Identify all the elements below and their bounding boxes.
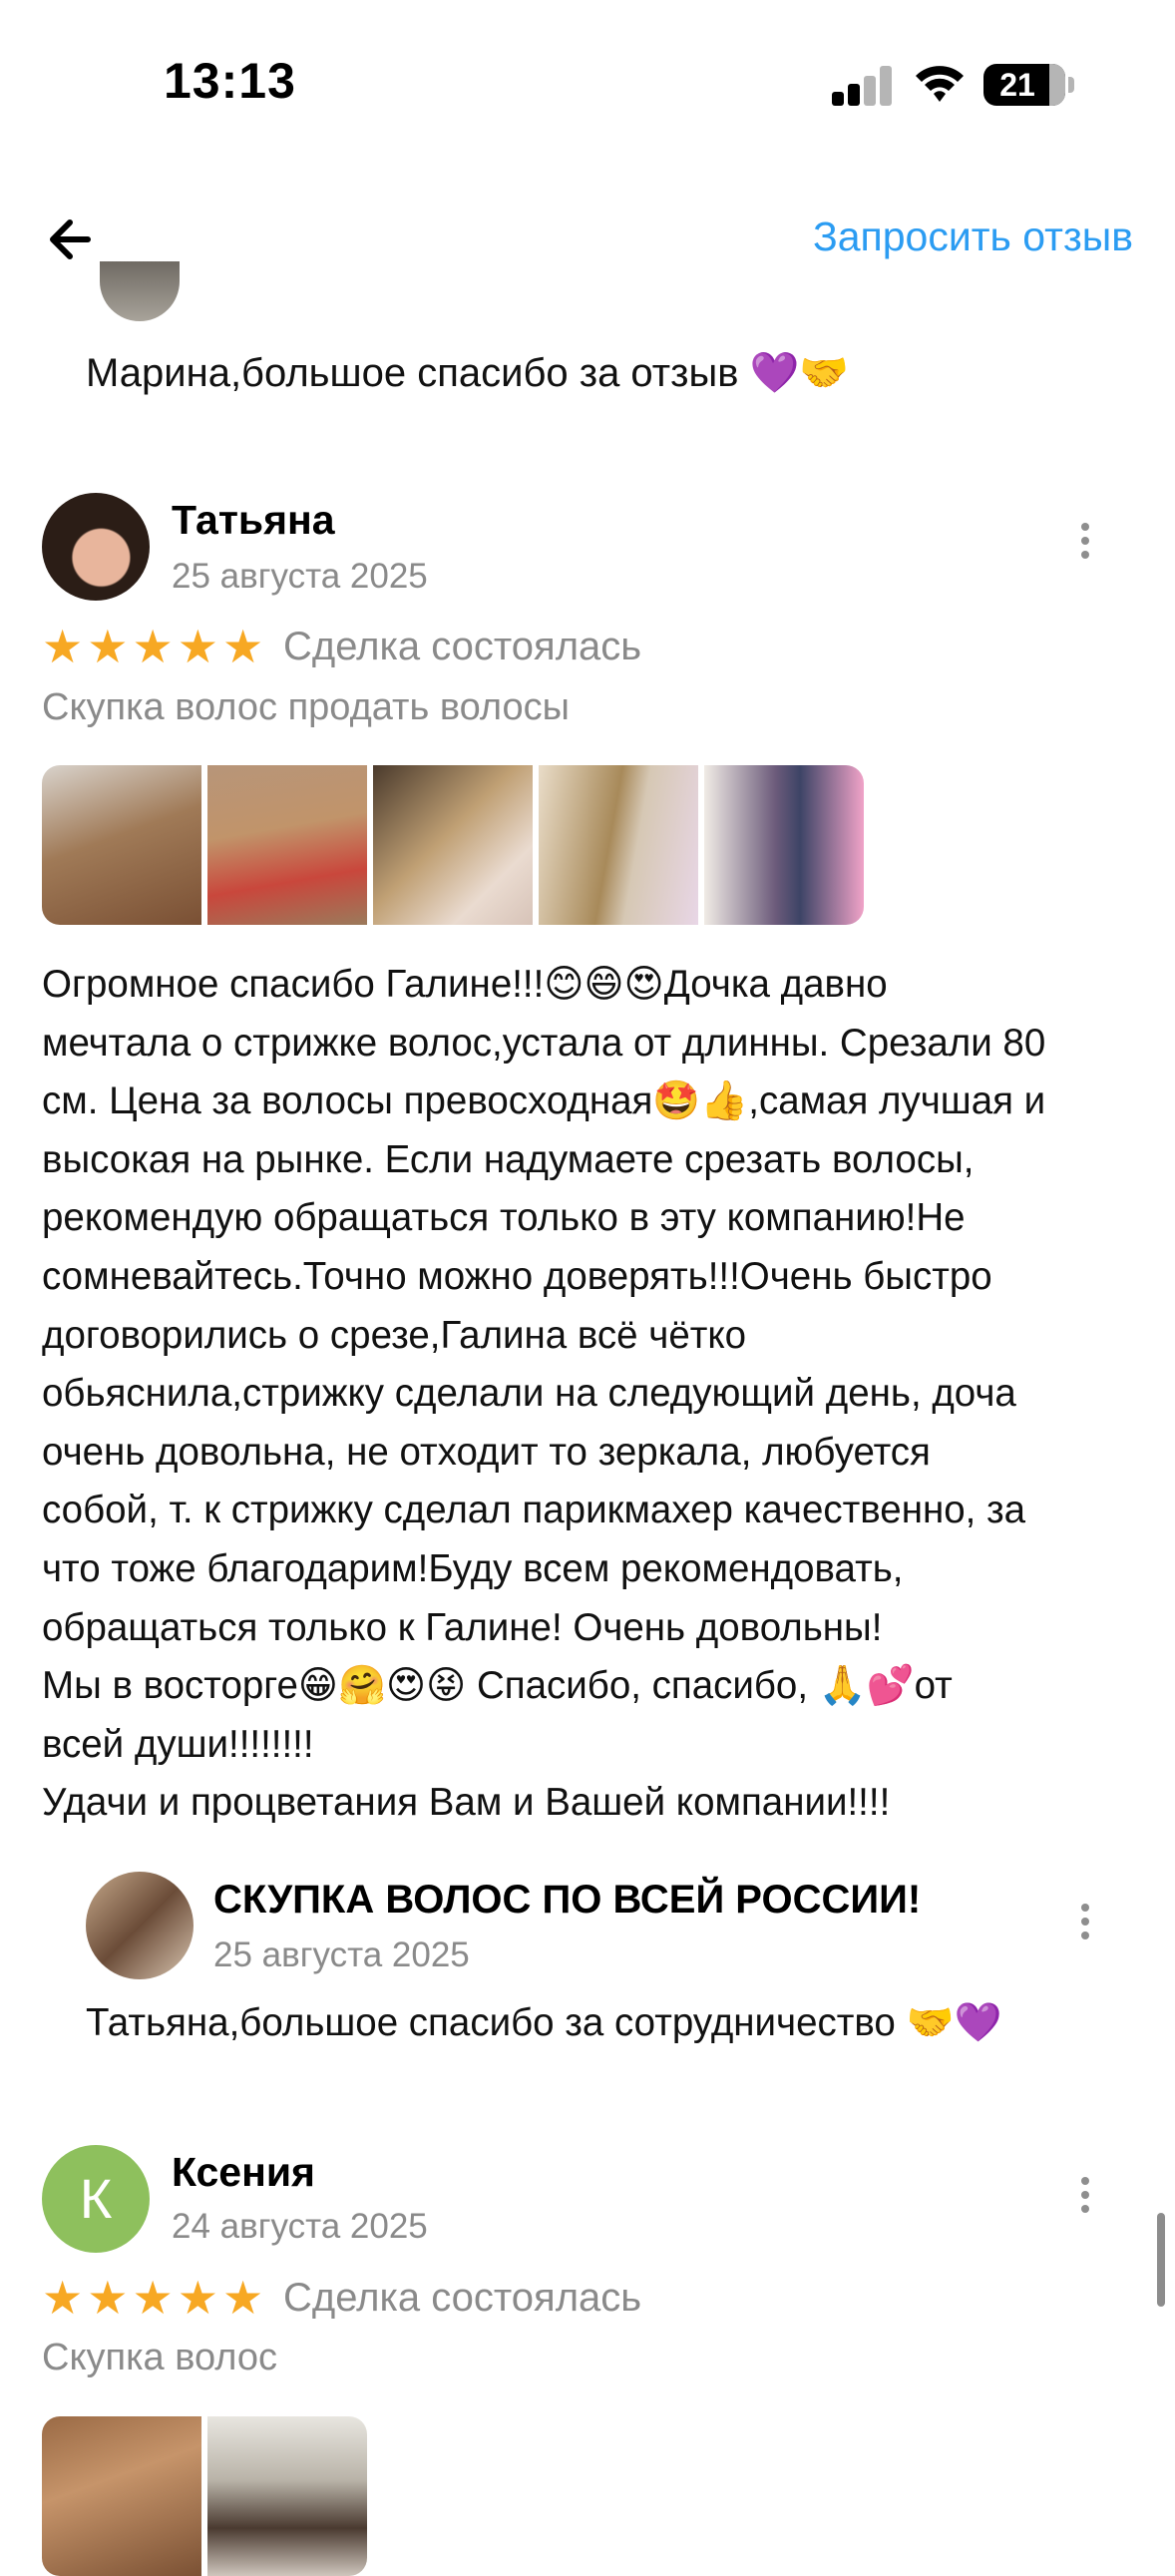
review-service: Скупка волос: [42, 2337, 278, 2378]
more-options-icon[interactable]: [1065, 1892, 1105, 1951]
star-icon: ★: [87, 621, 129, 672]
rating-stars: ★ ★ ★ ★ ★: [42, 2275, 263, 2321]
reply-text: Марина,большое спасибо за отзыв 💜🤝: [86, 351, 850, 395]
reply-author: СКУПКА ВОЛОС ПО ВСЕЙ РОССИИ!: [213, 1878, 922, 1922]
review-photo[interactable]: [373, 765, 533, 925]
star-icon: ★: [222, 2272, 264, 2324]
star-icon: ★: [132, 621, 174, 672]
battery-cap: [1068, 77, 1074, 93]
avatar[interactable]: [86, 1872, 194, 1979]
star-icon: ★: [42, 2272, 84, 2324]
star-icon: ★: [177, 621, 218, 672]
review-photo[interactable]: [42, 2416, 201, 2576]
review-date: 24 августа 2025: [172, 2207, 428, 2246]
review-photo[interactable]: [42, 765, 201, 925]
review-service: Скупка волос продать волосы: [42, 686, 570, 728]
review-photos: [42, 2416, 367, 2576]
more-options-icon[interactable]: [1065, 511, 1105, 571]
reply-text: Татьяна,большое спасибо за сотрудничеств…: [86, 2001, 1002, 2044]
review-author: Татьяна: [172, 497, 335, 543]
review-date: 25 августа 2025: [172, 557, 428, 596]
battery-level: 21: [999, 67, 1035, 103]
review-photo[interactable]: [207, 765, 367, 925]
review-photos: [42, 765, 864, 925]
star-icon: ★: [42, 621, 84, 672]
review-author: Ксения: [172, 2149, 315, 2195]
star-icon: ★: [222, 621, 264, 672]
review-photo[interactable]: [539, 765, 698, 925]
request-review-button[interactable]: Запросить отзыв: [813, 214, 1133, 260]
review-text: Огромное спасибо Галине!!!😊😄😍Дочка давно…: [42, 963, 1046, 1825]
wifi-icon: [916, 66, 964, 102]
deal-status: Сделка состоялась: [283, 2276, 642, 2320]
avatar[interactable]: К: [42, 2145, 150, 2253]
more-options-icon[interactable]: [1065, 2165, 1105, 2225]
avatar: [100, 261, 180, 321]
battery-empty-segment: [1049, 64, 1065, 106]
status-time: 13:13: [164, 53, 296, 109]
star-icon: ★: [132, 2272, 174, 2324]
star-icon: ★: [177, 2272, 218, 2324]
review-photo[interactable]: [704, 765, 864, 925]
cellular-signal-icon: [832, 66, 892, 106]
avatar[interactable]: [42, 493, 150, 601]
rating-stars: ★ ★ ★ ★ ★: [42, 624, 263, 669]
review-photo[interactable]: [207, 2416, 367, 2576]
scrollbar[interactable]: [1157, 2213, 1165, 2307]
deal-status: Сделка состоялась: [283, 625, 642, 668]
star-icon: ★: [87, 2272, 129, 2324]
reply-date: 25 августа 2025: [213, 1935, 470, 1974]
